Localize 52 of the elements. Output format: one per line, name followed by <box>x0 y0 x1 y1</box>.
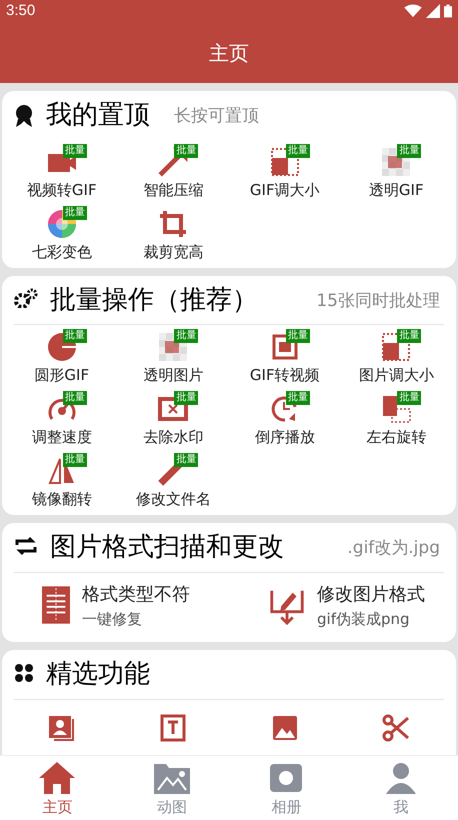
batch-badge: 批量 <box>174 391 198 405</box>
nav-tab[interactable]: 主页 <box>0 756 114 820</box>
wifi-icon <box>404 4 422 18</box>
section-title: 精选功能 <box>46 658 150 690</box>
tool-item[interactable]: 批量 视频转GIF <box>6 140 118 202</box>
batch-badge: 批量 <box>62 206 87 220</box>
section-title: 批量操作（推荐） <box>50 284 258 316</box>
format-item[interactable]: 格式类型不符 一键修复 <box>2 580 229 630</box>
batch-badge: 批量 <box>174 453 198 467</box>
tool-item[interactable]: 批量 去除水印 <box>118 387 229 449</box>
tool-item[interactable]: 批量 镜像翻转 <box>6 449 118 511</box>
tool-item[interactable]: 批量 GIF转视频 <box>229 325 340 387</box>
batch-badge: 批量 <box>62 453 87 467</box>
batch-badge: 批量 <box>174 329 198 343</box>
tool-item[interactable]: 批量 智能压缩 <box>118 140 229 202</box>
document-icon <box>42 585 70 626</box>
refresh-icon <box>14 536 38 556</box>
section-hint: 15张同时批处理 <box>316 290 440 312</box>
tool-item[interactable]: 批量 左右旋转 <box>340 387 452 449</box>
tool-item[interactable]: 批量 图片调大小 <box>340 325 452 387</box>
battery-icon <box>444 4 452 18</box>
batch-badge: 批量 <box>397 391 422 405</box>
batch-badge: 批量 <box>397 329 422 343</box>
tool-item[interactable]: 批量 修改文件名 <box>118 449 229 511</box>
award-icon <box>14 104 34 128</box>
batch-badge: 批量 <box>62 391 87 405</box>
tool-item[interactable]: 批量 圆形GIF <box>6 325 118 387</box>
batch-badge: 批量 <box>174 144 198 158</box>
tool-item[interactable]: 批量 调整速度 <box>6 387 118 449</box>
tool-item[interactable]: 批量 GIF调大小 <box>229 140 340 202</box>
signal-icon <box>426 4 440 18</box>
section-hint: .gif改为.jpg <box>347 537 440 560</box>
batch-badge: 批量 <box>62 329 87 343</box>
batch-badge: 批量 <box>397 144 422 158</box>
grid-dots-icon <box>14 662 34 682</box>
batch-badge: 批量 <box>286 144 310 158</box>
tool-item[interactable]: 裁剪宽高 <box>118 202 229 264</box>
tool-item[interactable]: 批量 透明图片 <box>118 325 229 387</box>
section-hint: 长按可置顶 <box>174 105 259 128</box>
home-icon <box>37 760 78 796</box>
batch-badge: 批量 <box>62 144 87 158</box>
batch-badge: 批量 <box>286 329 310 343</box>
tool-item[interactable]: 批量 透明GIF <box>340 140 452 202</box>
section-title: 我的置顶 <box>46 99 150 132</box>
batch-badge: 批量 <box>286 391 310 405</box>
format-item[interactable]: 修改图片格式 gif伪装成png <box>229 580 456 630</box>
section-title: 图片格式扫描和更改 <box>50 531 284 564</box>
status-time: 3:50 <box>6 0 36 21</box>
gears-icon <box>14 288 38 308</box>
tool-item[interactable]: 批量 七彩变色 <box>6 202 118 264</box>
page-title: 主页 <box>209 40 249 66</box>
tool-item[interactable]: 批量 倒序播放 <box>229 387 340 449</box>
